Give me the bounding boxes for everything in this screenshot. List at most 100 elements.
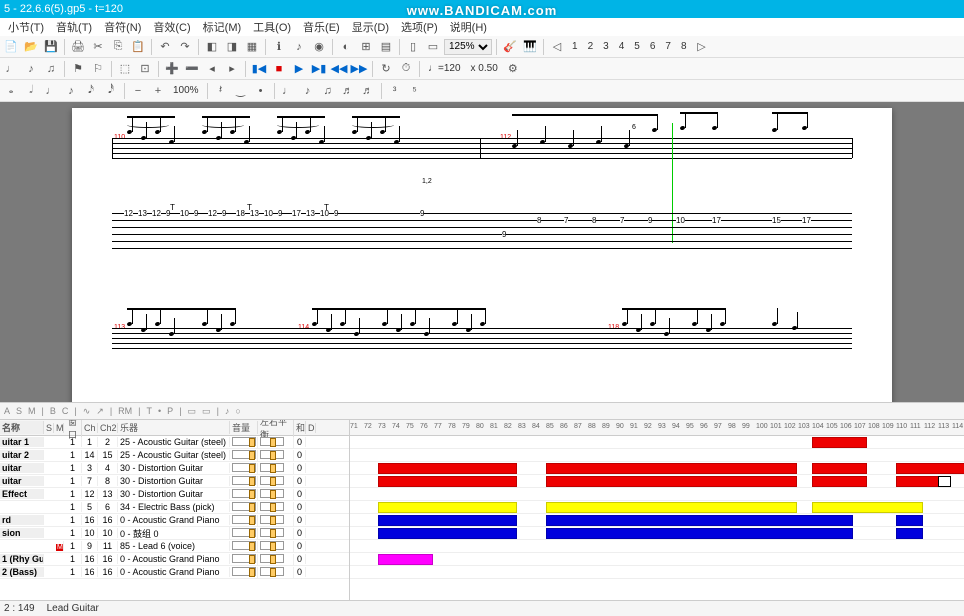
menu-bar-item[interactable]: 小节(T) bbox=[8, 19, 44, 35]
track-row[interactable]: rd116160 - Acoustic Grand Piano0 bbox=[0, 514, 349, 527]
tool-icon[interactable]: ♪ bbox=[290, 38, 308, 56]
note-16th-icon[interactable]: 𝅘𝅥𝅯 bbox=[82, 82, 100, 100]
metronome-icon[interactable]: ⏱ bbox=[397, 60, 415, 78]
note-icon[interactable]: ♪ bbox=[22, 60, 40, 78]
track-row[interactable]: 2 (Bass)116160 - Acoustic Grand Piano0 bbox=[0, 566, 349, 579]
info-icon[interactable]: ℹ bbox=[270, 38, 288, 56]
page-number[interactable]: 2 bbox=[584, 41, 598, 52]
note-icon[interactable]: ♩ bbox=[2, 60, 20, 78]
bar-block[interactable] bbox=[378, 528, 517, 539]
duration-icon[interactable]: ♪ bbox=[299, 82, 317, 100]
bar-block[interactable] bbox=[378, 502, 517, 513]
note-32nd-icon[interactable]: 𝅘𝅥𝅰 bbox=[102, 82, 120, 100]
keyboard-icon[interactable]: 🎹 bbox=[521, 38, 539, 56]
menu-bar-item[interactable]: 标记(M) bbox=[203, 19, 242, 35]
menu-bar-item[interactable]: 显示(D) bbox=[352, 19, 389, 35]
bar-block[interactable] bbox=[812, 476, 867, 487]
tool-icon[interactable]: ▦ bbox=[243, 38, 261, 56]
track-row[interactable]: M191185 - Lead 6 (voice)0 bbox=[0, 540, 349, 553]
track-row[interactable]: uitar 111225 - Acoustic Guitar (steel)0 bbox=[0, 436, 349, 449]
bar-block[interactable] bbox=[378, 476, 517, 487]
bar-block[interactable] bbox=[546, 515, 853, 526]
add-track-icon[interactable]: ➕ bbox=[163, 60, 181, 78]
tool-icon[interactable]: ⬚ bbox=[116, 60, 134, 78]
zoom-in-icon[interactable]: + bbox=[149, 82, 167, 100]
effect-btn[interactable]: ▭ bbox=[202, 406, 211, 417]
bar-block[interactable] bbox=[378, 515, 517, 526]
effect-btn[interactable]: ∿ bbox=[83, 406, 91, 417]
menu-bar-item[interactable]: 说明(H) bbox=[450, 19, 487, 35]
track-row[interactable]: uitar13430 - Distortion Guitar0 bbox=[0, 462, 349, 475]
bar-block[interactable] bbox=[896, 528, 923, 539]
fretboard-icon[interactable]: 🎸 bbox=[501, 38, 519, 56]
bar-block[interactable] bbox=[378, 554, 433, 565]
undo-icon[interactable]: ↶ bbox=[156, 38, 174, 56]
stop-icon[interactable]: ■ bbox=[270, 60, 288, 78]
save-icon[interactable]: 💾 bbox=[42, 38, 60, 56]
duration-icon[interactable]: ♩ bbox=[279, 82, 297, 100]
remove-track-icon[interactable]: ➖ bbox=[183, 60, 201, 78]
track-row[interactable]: 15634 - Electric Bass (pick)0 bbox=[0, 501, 349, 514]
page-number[interactable]: 3 bbox=[599, 41, 613, 52]
menu-bar-item[interactable]: 工具(O) bbox=[253, 19, 291, 35]
bar-block[interactable] bbox=[546, 502, 797, 513]
note-whole-icon[interactable]: 𝅝 bbox=[2, 82, 20, 100]
effect-btn[interactable]: C bbox=[62, 406, 69, 416]
menu-bar-item[interactable]: 音乐(E) bbox=[303, 19, 340, 35]
track-row[interactable]: 1 (Rhy Guit)116160 - Acoustic Grand Pian… bbox=[0, 553, 349, 566]
tool-icon[interactable]: ◐ bbox=[337, 38, 355, 56]
bar-block[interactable] bbox=[896, 515, 923, 526]
marker-icon[interactable]: ⚐ bbox=[89, 60, 107, 78]
loop-icon[interactable]: ↻ bbox=[377, 60, 395, 78]
effect-btn[interactable]: B bbox=[50, 406, 56, 416]
rest-icon[interactable]: 𝄽 bbox=[212, 82, 230, 100]
tie-icon[interactable]: ‿ bbox=[232, 82, 250, 100]
tool-icon[interactable]: ⊞ bbox=[357, 38, 375, 56]
menu-bar-item[interactable]: 选项(P) bbox=[401, 19, 438, 35]
page-number[interactable]: 6 bbox=[646, 41, 660, 52]
note-eighth-icon[interactable]: ♪ bbox=[62, 82, 80, 100]
marker-icon[interactable]: ⚑ bbox=[69, 60, 87, 78]
page-nav-prev-icon[interactable]: ◁ bbox=[548, 38, 566, 56]
note-quarter-icon[interactable]: ♩ bbox=[42, 82, 60, 100]
track-row[interactable]: Effect1121330 - Distortion Guitar0 bbox=[0, 488, 349, 501]
dot-icon[interactable]: • bbox=[252, 82, 270, 100]
page-view-icon[interactable]: ▭ bbox=[424, 38, 442, 56]
tool-icon[interactable]: ◧ bbox=[203, 38, 221, 56]
effect-btn[interactable]: A bbox=[4, 406, 10, 416]
bar-block[interactable] bbox=[378, 463, 517, 474]
page-number[interactable]: 5 bbox=[630, 41, 644, 52]
duration-icon[interactable]: ♬ bbox=[339, 82, 357, 100]
menu-bar-item[interactable]: 音效(C) bbox=[153, 19, 190, 35]
menu-bar-item[interactable]: 音轨(T) bbox=[56, 19, 92, 35]
effect-btn[interactable]: T bbox=[147, 406, 153, 416]
copy-icon[interactable]: ⎘ bbox=[109, 38, 127, 56]
zoom-select[interactable]: 125% bbox=[444, 39, 492, 55]
bar-block[interactable] bbox=[546, 476, 797, 487]
next-track-icon[interactable]: ▸ bbox=[223, 60, 241, 78]
bar-block[interactable] bbox=[896, 463, 964, 474]
duration-icon[interactable]: ♬ bbox=[359, 82, 377, 100]
paste-icon[interactable]: 📋 bbox=[129, 38, 147, 56]
open-icon[interactable]: 📂 bbox=[22, 38, 40, 56]
effect-btn[interactable]: ♪ bbox=[225, 406, 230, 416]
effect-btn[interactable]: RM bbox=[118, 406, 132, 416]
zoom-out-icon[interactable]: − bbox=[129, 82, 147, 100]
page-number[interactable]: 1 bbox=[568, 41, 582, 52]
speed-trainer-icon[interactable]: ⚙ bbox=[504, 60, 522, 78]
rewind-icon[interactable]: ◀◀ bbox=[330, 60, 348, 78]
bar-block[interactable] bbox=[812, 437, 867, 448]
bar-block[interactable] bbox=[546, 463, 797, 474]
bar-block[interactable] bbox=[546, 528, 853, 539]
score-viewport[interactable]: 110 112 /* drawn via simple absolute dot… bbox=[0, 102, 964, 402]
track-row[interactable]: uitar 21141525 - Acoustic Guitar (steel)… bbox=[0, 449, 349, 462]
bar-grid-area[interactable]: 7172737475767778798081828384858687888990… bbox=[350, 420, 964, 600]
first-icon[interactable]: ▮◀ bbox=[250, 60, 268, 78]
note-half-icon[interactable]: 𝅗𝅥 bbox=[22, 82, 40, 100]
speed-multiplier[interactable]: x 0.50 bbox=[467, 63, 502, 74]
track-row[interactable]: uitar17830 - Distortion Guitar0 bbox=[0, 475, 349, 488]
print-icon[interactable]: 🖨 bbox=[69, 38, 87, 56]
effect-btn[interactable]: P bbox=[167, 406, 173, 416]
prev-track-icon[interactable]: ◂ bbox=[203, 60, 221, 78]
bar-block[interactable] bbox=[938, 476, 951, 487]
